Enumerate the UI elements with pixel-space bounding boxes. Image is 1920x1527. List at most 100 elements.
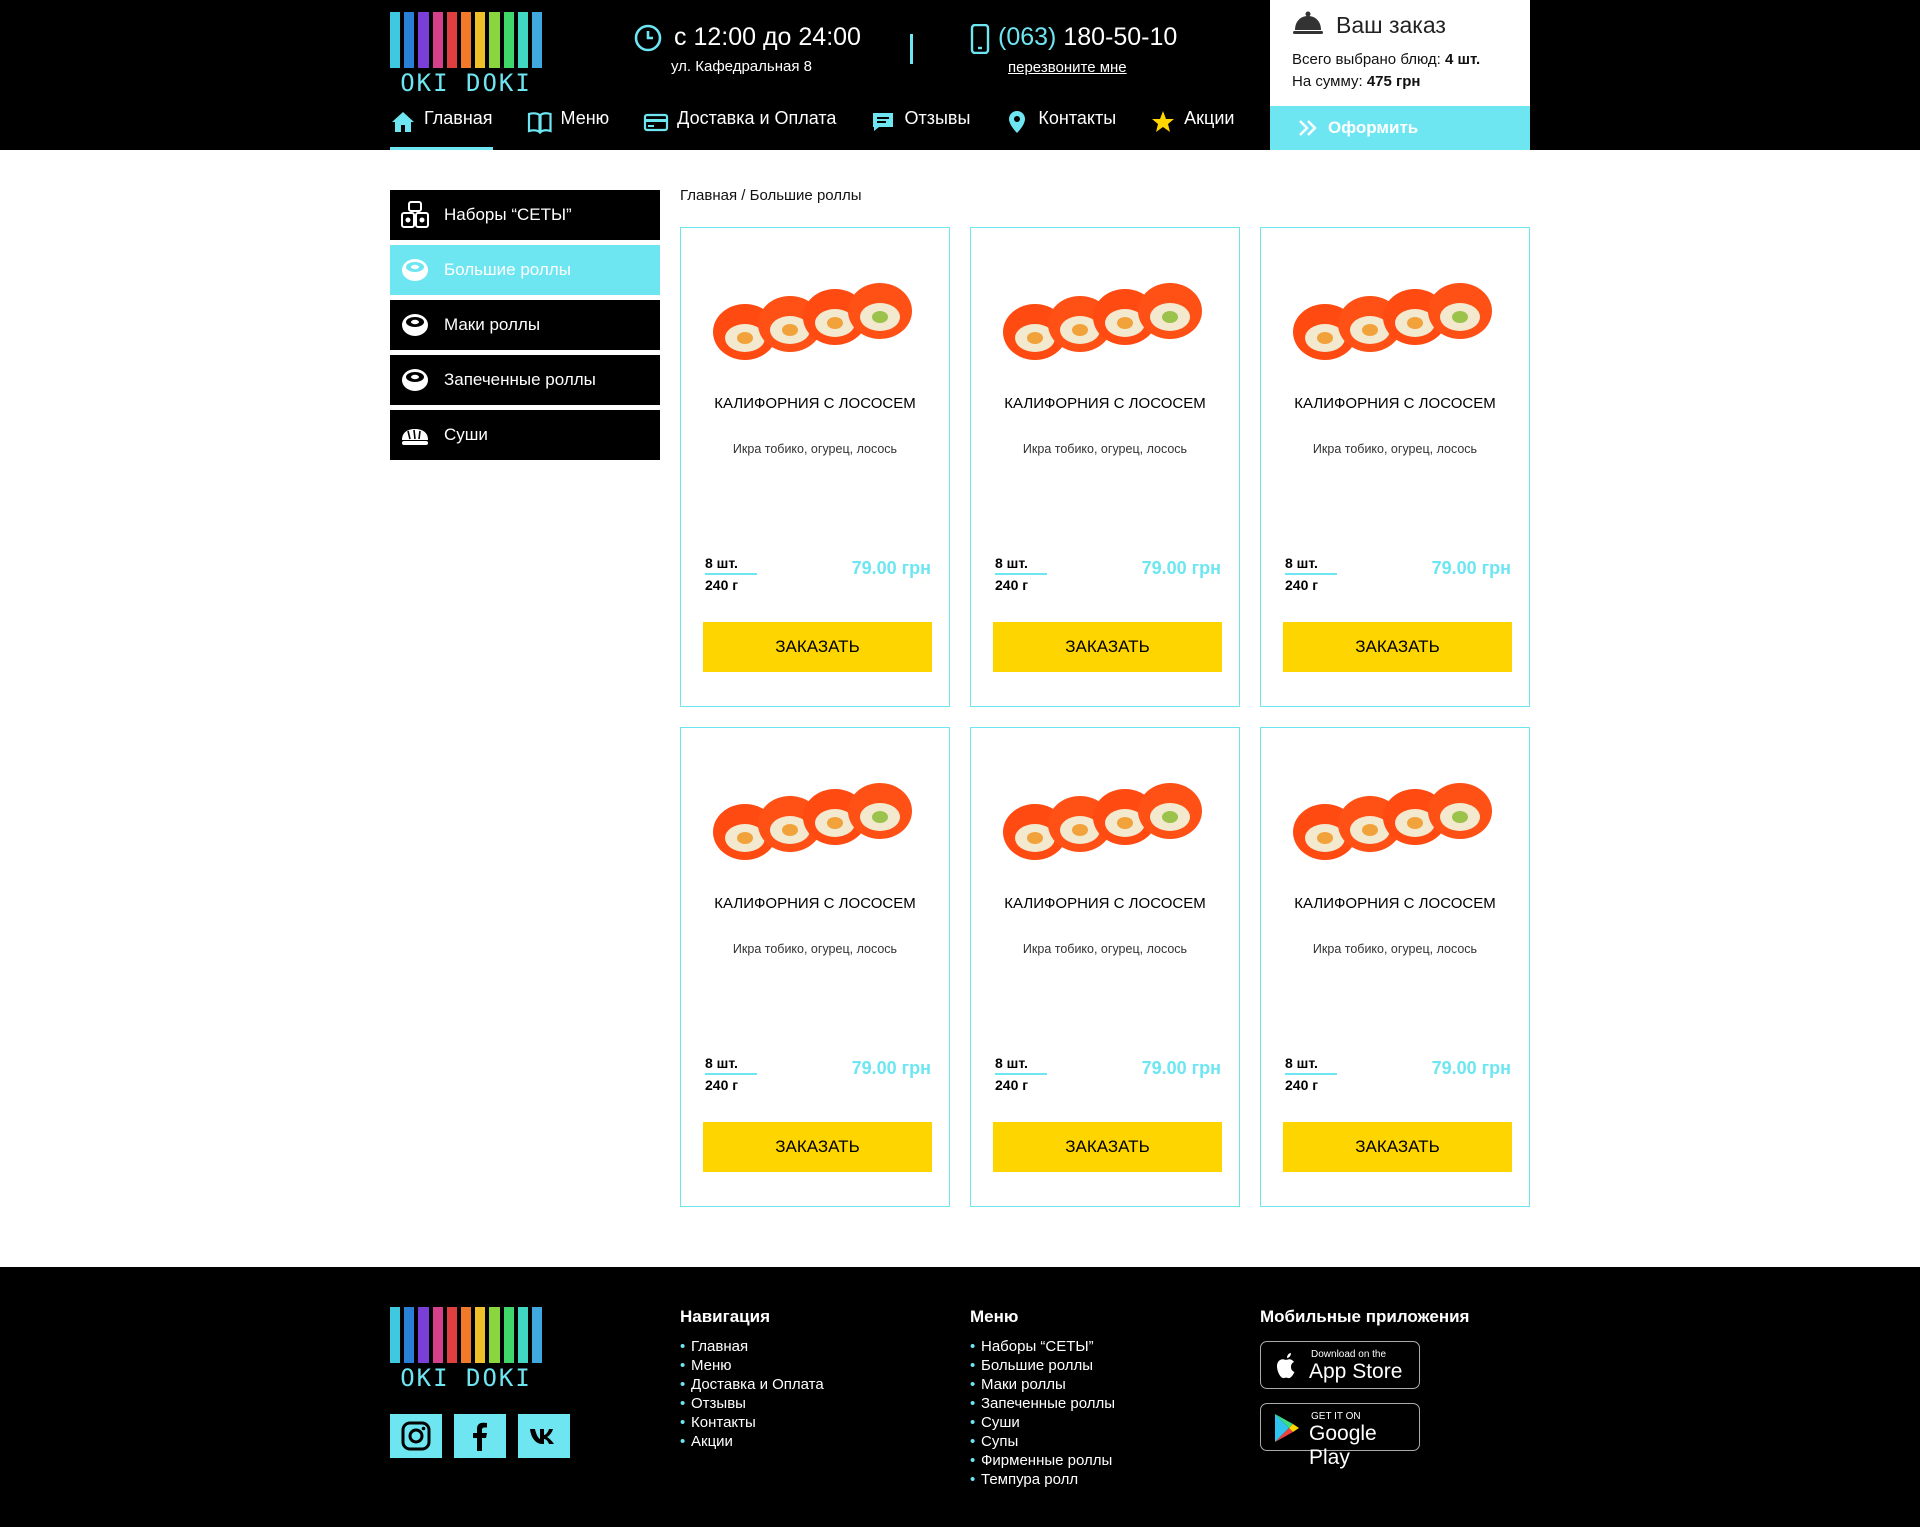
- order-summary: Ваш заказ Всего выбрано блюд: 4 шт. На с…: [1270, 0, 1530, 150]
- footer-apps: Мобильные приложения Download on the App…: [1260, 1307, 1470, 1469]
- product-card: КАЛИФОРНИЯ С ЛОСОСЕМ Икра тобико, огурец…: [1260, 227, 1530, 707]
- order-button[interactable]: ЗАКАЗАТЬ: [1283, 622, 1512, 672]
- footer-menu-link[interactable]: Большие роллы: [970, 1356, 1115, 1375]
- footer-nav-link[interactable]: Главная: [680, 1337, 824, 1356]
- instagram-link[interactable]: [390, 1414, 442, 1458]
- footer-menu-link[interactable]: Запеченные роллы: [970, 1394, 1115, 1413]
- google-play-icon: [1275, 1414, 1299, 1442]
- product-weight: 240 г: [995, 1077, 1029, 1093]
- facebook-icon: [473, 1422, 487, 1451]
- phone-digits: 180-50-10: [1056, 23, 1178, 51]
- order-button[interactable]: ЗАКАЗАТЬ: [703, 1122, 932, 1172]
- product-pieces: 8 шт.: [705, 553, 757, 575]
- phone-number[interactable]: (063) 180-50-10: [998, 22, 1177, 52]
- vk-link[interactable]: [518, 1414, 570, 1458]
- footer-menu-link[interactable]: Фирменные роллы: [970, 1451, 1115, 1470]
- sidebar-item-sushi[interactable]: Суши: [390, 410, 660, 460]
- logo[interactable]: OKI DOKI: [390, 12, 543, 98]
- order-button[interactable]: ЗАКАЗАТЬ: [1283, 1122, 1512, 1172]
- roll-icon: [402, 314, 428, 336]
- footer-menu-title: Меню: [970, 1307, 1019, 1326]
- footer-logo[interactable]: OKI DOKI: [390, 1307, 543, 1393]
- book-icon: [527, 112, 552, 134]
- appstore-big-text: App Store: [1309, 1360, 1403, 1383]
- phone-block: (063) 180-50-10 перезвоните мне: [966, 22, 1196, 82]
- callback-link[interactable]: перезвоните мне: [1008, 59, 1127, 76]
- roll-photo: [1293, 783, 1492, 860]
- footer-menu-link[interactable]: Наборы “СЕТЫ”: [970, 1337, 1115, 1356]
- app-store-badge[interactable]: Download on the App Store: [1260, 1341, 1420, 1389]
- product-quantity: 8 шт. 240 г: [1285, 1053, 1337, 1095]
- product-pieces: 8 шт.: [1285, 1053, 1337, 1075]
- nav-item-home[interactable]: Главная: [390, 108, 493, 150]
- order-button[interactable]: ЗАКАЗАТЬ: [703, 622, 932, 672]
- nav-item-reviews[interactable]: Отзывы: [870, 108, 970, 150]
- logo-text: OKI DOKI: [390, 68, 542, 98]
- footer-menu-link[interactable]: Суши: [970, 1413, 1115, 1432]
- product-pieces: 8 шт.: [1285, 553, 1337, 575]
- working-hours: с 12:00 до 24:00 ул. Кафедральная 8: [634, 22, 874, 78]
- sidebar-label: Запеченные роллы: [444, 370, 596, 389]
- vk-icon: [530, 1429, 554, 1444]
- product-description: Икра тобико, огурец, лосось: [1022, 942, 1188, 956]
- nav-label: Акции: [1184, 108, 1235, 128]
- nav-item-contacts[interactable]: Контакты: [1004, 108, 1116, 150]
- category-sidebar: Наборы “СЕТЫ” Большие роллы Маки роллы З…: [390, 190, 660, 465]
- order-button[interactable]: ЗАКАЗАТЬ: [993, 622, 1222, 672]
- sushi-set-icon: [401, 201, 429, 228]
- product-quantity: 8 шт. 240 г: [1285, 553, 1337, 595]
- product-pieces: 8 шт.: [995, 553, 1047, 575]
- googleplay-big-text: Google Play: [1309, 1422, 1377, 1469]
- nav-label: Доставка и Оплата: [677, 108, 837, 128]
- googleplay-small-text: GET IT ON: [1311, 1411, 1361, 1422]
- site-header: OKI DOKI с 12:00 до 24:00 ул. Кафедральн…: [0, 0, 1920, 150]
- apple-icon: [1277, 1353, 1295, 1379]
- site-footer: OKI DOKI Навигация ГлавнаяМенюДоставка и…: [0, 1267, 1920, 1527]
- order-count: Всего выбрано блюд: 4 шт.: [1292, 51, 1481, 68]
- product-price: 79.00 грн: [1431, 1058, 1511, 1078]
- order-title: Ваш заказ: [1336, 12, 1446, 38]
- product-quantity: 8 шт. 240 г: [995, 553, 1047, 595]
- appstore-small-text: Download on the: [1311, 1349, 1387, 1360]
- sidebar-item-big-rolls[interactable]: Большие роллы: [390, 245, 660, 295]
- product-price: 79.00 грн: [851, 558, 931, 578]
- breadcrumb[interactable]: Главная / Большие роллы: [680, 187, 862, 204]
- footer-nav-link[interactable]: Контакты: [680, 1413, 824, 1432]
- google-play-badge[interactable]: GET IT ON Google Play: [1260, 1403, 1420, 1469]
- sidebar-item-sets[interactable]: Наборы “СЕТЫ”: [390, 190, 660, 240]
- nav-item-promo[interactable]: Акции: [1150, 108, 1234, 150]
- footer-nav-link[interactable]: Меню: [680, 1356, 824, 1375]
- footer-nav-link[interactable]: Доставка и Оплата: [680, 1375, 824, 1394]
- footer-menu-link[interactable]: Темпура ролл: [970, 1470, 1115, 1489]
- cloche-icon: [1293, 11, 1323, 34]
- roll-icon: [402, 259, 428, 281]
- card-icon: [644, 113, 669, 132]
- nav-label: Меню: [560, 108, 610, 128]
- order-sum: На сумму: 475 грн: [1292, 73, 1421, 90]
- product-card: КАЛИФОРНИЯ С ЛОСОСЕМ Икра тобико, огурец…: [680, 227, 950, 707]
- footer-menu-link[interactable]: Супы: [970, 1432, 1115, 1451]
- nav-item-delivery[interactable]: Доставка и Оплата: [643, 108, 836, 150]
- footer-menu-list: Наборы “СЕТЫ”Большие роллыМаки роллыЗапе…: [970, 1337, 1115, 1489]
- product-price: 79.00 грн: [1141, 558, 1221, 578]
- product-name: КАЛИФОРНИЯ С ЛОСОСЕМ: [714, 395, 916, 412]
- nav-item-menu[interactable]: Меню: [527, 108, 610, 150]
- order-button[interactable]: ЗАКАЗАТЬ: [993, 1122, 1222, 1172]
- product-card: КАЛИФОРНИЯ С ЛОСОСЕМ Икра тобико, огурец…: [970, 727, 1240, 1207]
- footer-nav-link[interactable]: Акции: [680, 1432, 824, 1451]
- sidebar-item-baked[interactable]: Запеченные роллы: [390, 355, 660, 405]
- footer-apps-title: Мобильные приложения: [1260, 1307, 1470, 1326]
- roll-photo: [713, 283, 912, 360]
- product-description: Икра тобико, огурец, лосось: [732, 942, 898, 956]
- footer-menu-link[interactable]: Маки роллы: [970, 1375, 1115, 1394]
- product-description: Икра тобико, огурец, лосось: [732, 442, 898, 456]
- facebook-link[interactable]: [454, 1414, 506, 1458]
- footer-nav-title: Навигация: [680, 1307, 770, 1326]
- home-icon: [392, 112, 414, 132]
- footer-nav-link[interactable]: Отзывы: [680, 1394, 824, 1413]
- product-quantity: 8 шт. 240 г: [705, 553, 757, 595]
- sidebar-item-maki[interactable]: Маки роллы: [390, 300, 660, 350]
- product-weight: 240 г: [705, 577, 739, 593]
- checkout-button[interactable]: Оформить: [1270, 106, 1530, 150]
- logo-text: OKI DOKI: [390, 1363, 542, 1393]
